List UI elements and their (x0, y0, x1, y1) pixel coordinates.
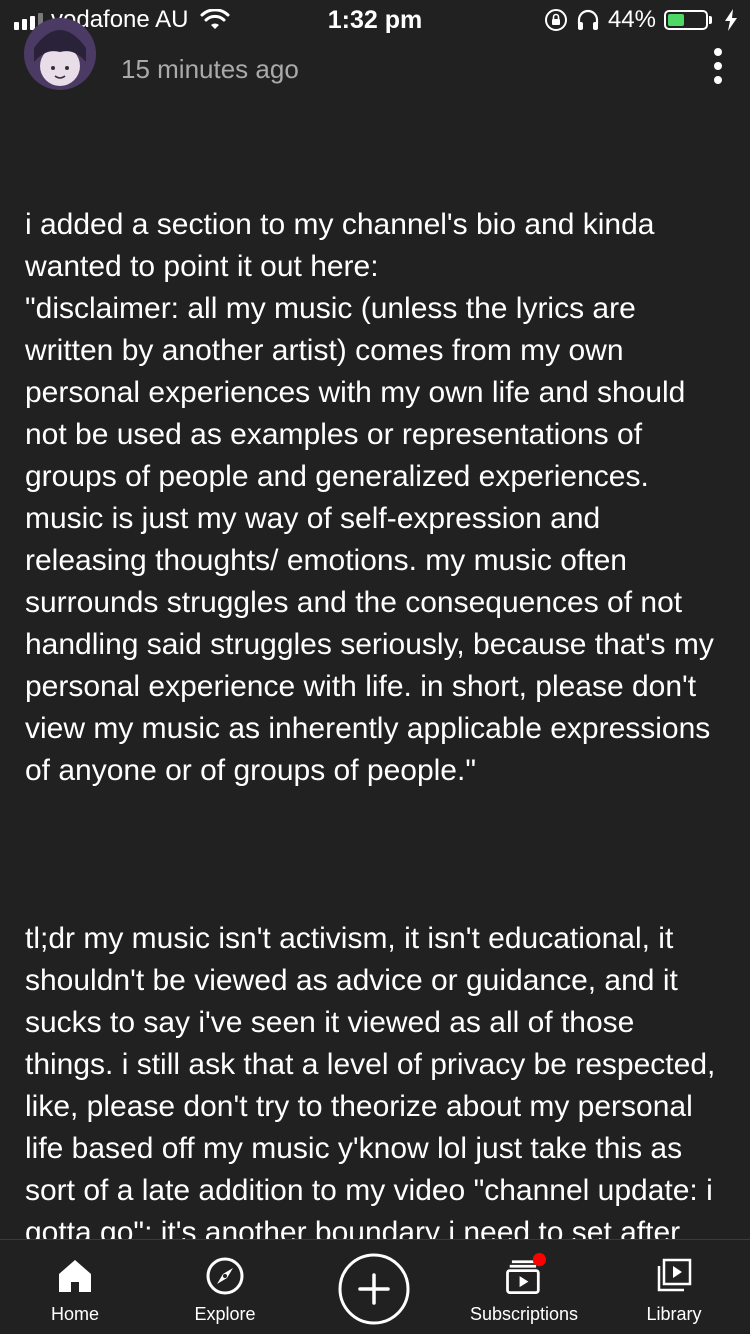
nav-item-library[interactable]: Library (599, 1240, 749, 1334)
notification-dot (532, 1253, 546, 1267)
post-header: 15 minutes ago (0, 18, 750, 100)
library-icon (657, 1258, 692, 1292)
more-options-button[interactable] (700, 40, 736, 90)
nav-label-explore: Explore (194, 1304, 256, 1324)
charging-bolt-icon (725, 9, 737, 31)
app-screen: vodafone AU 1:32 pm 44% 15 minutes ago i… (0, 0, 750, 1334)
post-paragraph-1: i added a section to my channel's bio an… (25, 208, 714, 787)
create-plus-button[interactable] (338, 1253, 410, 1325)
nav-item-explore[interactable]: Explore (150, 1240, 300, 1334)
nav-label-home: Home (50, 1304, 99, 1324)
post-text: i added a section to my channel's bio an… (25, 120, 730, 1334)
battery-icon (664, 10, 712, 30)
avatar-image (24, 18, 96, 90)
nav-label-subscriptions: Subscriptions (469, 1304, 579, 1324)
home-icon (59, 1260, 91, 1292)
post-timestamp: 15 minutes ago (121, 54, 299, 84)
avatar[interactable] (24, 18, 96, 90)
rotation-lock-icon (544, 9, 567, 31)
subscriptions-icon (506, 1253, 546, 1294)
compass-icon (206, 1257, 244, 1295)
bottom-navigation: Home Explore Subscriptions Library (0, 1239, 750, 1334)
nav-label-library: Library (646, 1304, 702, 1324)
nav-item-home[interactable]: Home (0, 1240, 150, 1334)
headphones-icon (577, 9, 599, 30)
battery-level (668, 14, 684, 26)
nav-item-subscriptions[interactable]: Subscriptions (449, 1240, 599, 1334)
